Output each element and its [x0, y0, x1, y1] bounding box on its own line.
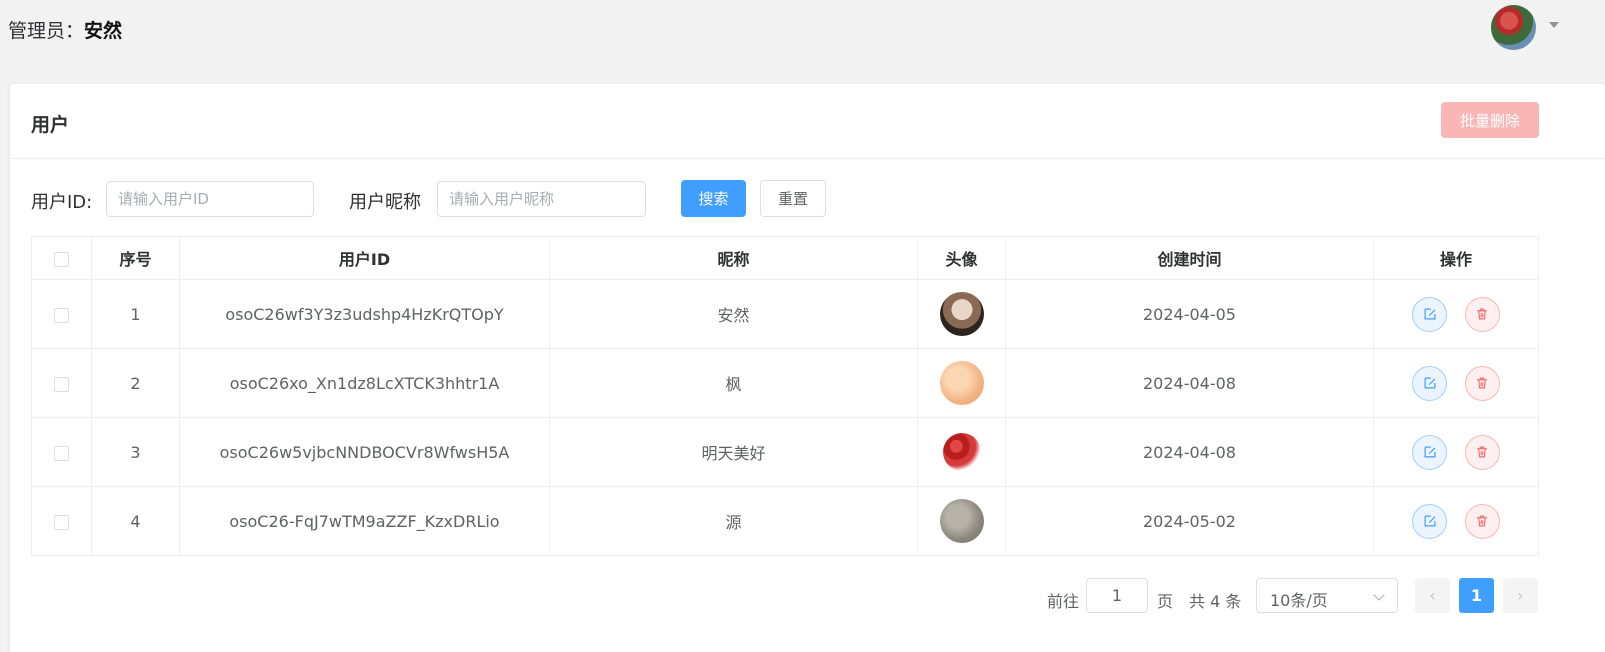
delete-button[interactable] [1464, 503, 1500, 539]
reset-button[interactable]: 重置 [760, 180, 826, 217]
row-nickname: 安然 [549, 279, 918, 349]
row-checkbox[interactable] [54, 376, 69, 392]
total-count: 共 4 条 [1189, 592, 1242, 611]
nickname-input[interactable] [437, 181, 646, 217]
delete-button[interactable] [1464, 434, 1500, 470]
edit-button[interactable] [1412, 503, 1448, 539]
admin-name: 安然 [84, 20, 123, 42]
row-checkbox[interactable] [54, 445, 69, 461]
table-row: 3 osoC26w5vjbcNNDBOCVr8WfwsH5A 明天美好 2024… [31, 417, 1539, 487]
column-header: 昵称 [549, 236, 918, 280]
column-header: 创建时间 [1005, 236, 1374, 280]
edit-button[interactable] [1412, 365, 1448, 401]
trash-icon [1477, 446, 1487, 458]
chevron-right-icon: › [1517, 586, 1524, 605]
edit-icon [1424, 377, 1436, 389]
page-size-value: 10条/页 [1270, 591, 1328, 610]
row-nickname: 源 [549, 486, 918, 556]
goto-label: 前往 [1047, 592, 1080, 611]
user-avatar[interactable] [1491, 5, 1536, 50]
row-nickname: 明天美好 [549, 417, 918, 487]
admin-label: 管理员： [8, 20, 85, 42]
delete-button[interactable] [1464, 365, 1500, 401]
table-header-row: 序号 用户ID 昵称 头像 创建时间 操作 [31, 236, 1539, 280]
edit-button[interactable] [1412, 296, 1448, 332]
row-checkbox[interactable] [54, 514, 69, 530]
goto-page-input[interactable] [1086, 578, 1148, 613]
users-card: 用户 批量删除 用户ID: 用户昵称 搜索 重置 序号 用户ID 昵称 头像 创… [10, 84, 1605, 652]
row-index: 3 [91, 417, 180, 487]
row-user-id: osoC26xo_Xn1dz8LcXTCK3hhtr1A [179, 348, 550, 418]
row-user-id: osoC26wf3Y3z3udshp4HzKrQTOpY [179, 279, 550, 349]
row-index: 1 [91, 279, 180, 349]
nickname-label: 用户昵称 [349, 192, 421, 213]
row-user-id: osoC26-FqJ7wTM9aZZF_KzxDRLio [179, 486, 550, 556]
top-bar: 管理员：安然 [0, 0, 1605, 60]
table-row: 4 osoC26-FqJ7wTM9aZZF_KzxDRLio 源 2024-05… [31, 486, 1539, 556]
row-created: 2024-04-08 [1005, 348, 1374, 418]
trash-icon [1477, 308, 1487, 320]
delete-button[interactable] [1464, 296, 1500, 332]
chevron-left-icon: ‹ [1429, 586, 1436, 605]
column-header: 用户ID [179, 236, 550, 280]
column-header: 操作 [1373, 236, 1539, 280]
row-avatar [939, 292, 984, 336]
edit-button[interactable] [1412, 434, 1448, 470]
row-user-id: osoC26w5vjbcNNDBOCVr8WfwsH5A [179, 417, 550, 487]
card-header: 用户 批量删除 [10, 84, 1605, 159]
trash-icon [1477, 377, 1487, 389]
user-id-input[interactable] [106, 181, 314, 217]
column-header: 头像 [917, 236, 1006, 280]
prev-page-button[interactable]: ‹ [1415, 578, 1450, 613]
select-all-cell [31, 236, 92, 280]
next-page-button[interactable]: › [1503, 578, 1538, 613]
row-created: 2024-05-02 [1005, 486, 1374, 556]
row-avatar [939, 499, 984, 543]
row-created: 2024-04-08 [1005, 417, 1374, 487]
edit-icon [1424, 308, 1436, 320]
batch-delete-button[interactable]: 批量删除 [1441, 102, 1539, 138]
table-row: 1 osoC26wf3Y3z3udshp4HzKrQTOpY 安然 2024-0… [31, 279, 1539, 349]
row-avatar [942, 433, 981, 471]
caret-down-icon[interactable] [1549, 22, 1559, 28]
search-button[interactable]: 搜索 [681, 180, 746, 217]
row-avatar [939, 361, 984, 405]
row-index: 2 [91, 348, 180, 418]
row-index: 4 [91, 486, 180, 556]
table-row: 2 osoC26xo_Xn1dz8LcXTCK3hhtr1A 枫 2024-04… [31, 348, 1539, 418]
row-checkbox[interactable] [54, 307, 69, 323]
select-all-checkbox[interactable] [54, 251, 69, 267]
row-created: 2024-04-05 [1005, 279, 1374, 349]
page-number-button[interactable]: 1 [1459, 578, 1494, 613]
page-title: 用户 [31, 114, 70, 136]
user-id-label: 用户ID: [31, 192, 93, 213]
users-table: 序号 用户ID 昵称 头像 创建时间 操作 1 osoC26wf3Y3z3uds… [31, 236, 1539, 556]
page-label: 页 [1157, 592, 1174, 611]
row-nickname: 枫 [549, 348, 918, 418]
trash-icon [1477, 515, 1487, 527]
page-size-select[interactable]: 10条/页 [1256, 578, 1398, 613]
edit-icon [1424, 446, 1436, 458]
admin-info: 管理员：安然 [8, 16, 122, 43]
edit-icon [1424, 515, 1436, 527]
column-header: 序号 [91, 236, 180, 280]
chevron-down-icon [1373, 589, 1385, 601]
